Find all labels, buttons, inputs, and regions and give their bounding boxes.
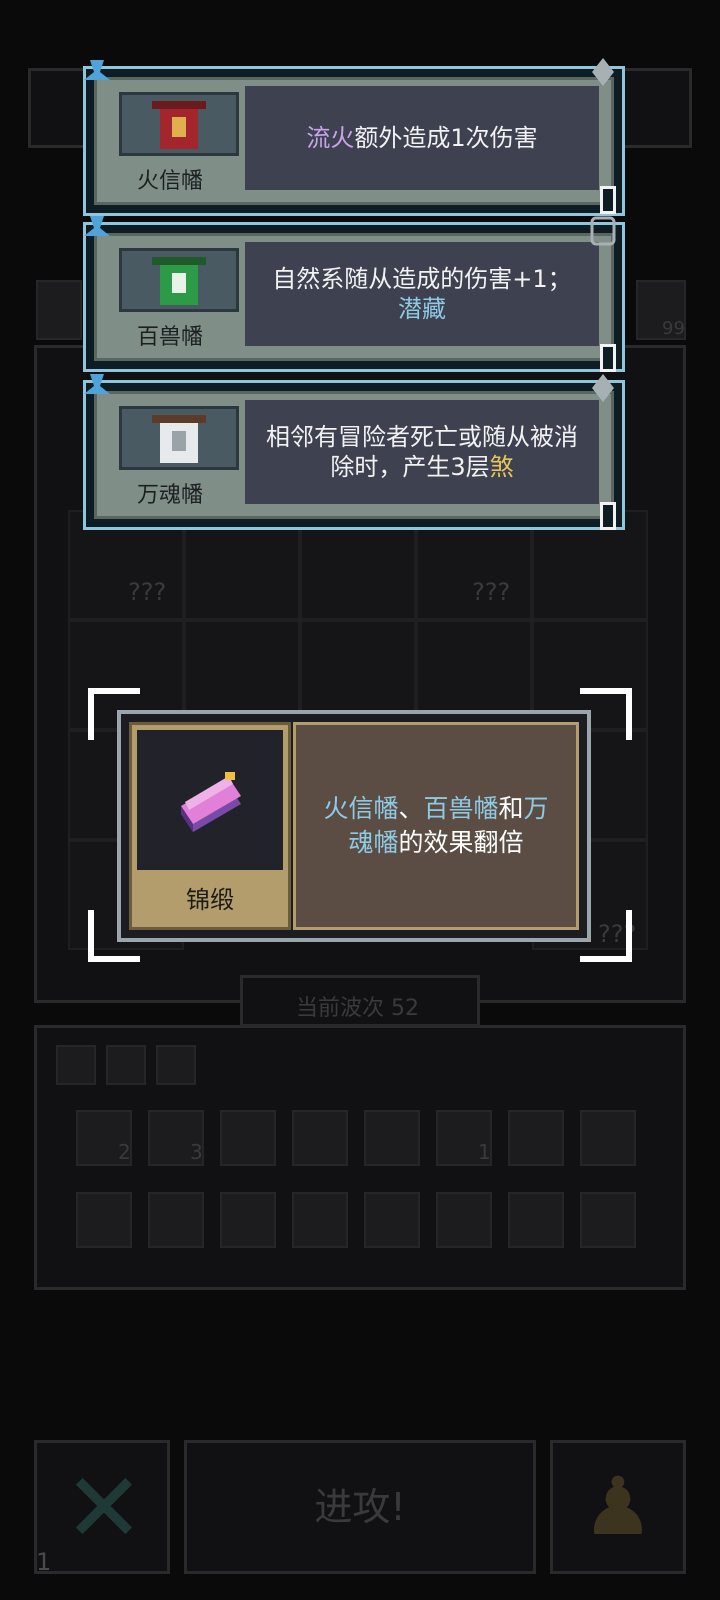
banner-card-2[interactable]: 百兽幡 自然系随从造成的伤害+1；潜藏 [83,222,625,372]
banner-icon-frame [119,92,239,156]
cancel-button[interactable]: ✕ [34,1440,170,1574]
banner-icon-frame [119,248,239,312]
inventory-slot[interactable] [364,1110,420,1166]
inventory-slot[interactable] [364,1192,420,1248]
effect-text: 相邻有冒险者死亡或随从被消除时，产生3层 [266,423,578,481]
item-icon-frame [137,730,283,870]
desc-text: 、 [398,794,424,823]
banner-name: 万魂幡 [136,483,203,508]
green-banner-icon [152,257,206,305]
inventory-slot[interactable] [580,1192,636,1248]
tab-3[interactable] [156,1045,196,1085]
effect-keyword: 潜藏 [398,295,446,323]
tab-2[interactable] [106,1045,146,1085]
inventory-grid: 2 3 1 [76,1110,656,1270]
pin-icon [80,214,114,244]
corner-marker [600,344,616,372]
banner-ref: 百兽幡 [423,794,499,823]
pin-icon [80,372,114,402]
left-count: 1 [36,1548,52,1576]
brocade-scroll-icon [181,772,241,832]
inventory-slot[interactable] [508,1110,564,1166]
corner-marker [600,502,616,530]
left-side-button[interactable] [36,280,82,340]
attack-button[interactable]: 进攻! [184,1440,536,1574]
desc-text: 和 [498,794,524,823]
banner-description: 流火 额外造成1次伤害 [245,86,599,190]
unit-button[interactable]: ♟ [550,1440,686,1574]
sword-icon [586,374,620,404]
inventory-slot[interactable] [292,1192,348,1248]
sword-icon [586,58,620,88]
inventory-slot[interactable] [580,1110,636,1166]
count-badge: 99 [662,318,685,339]
attack-label: 进攻! [314,1485,406,1529]
banner-description: 自然系随从造成的伤害+1；潜藏 [245,242,599,346]
inventory-tabs [56,1045,206,1087]
inventory-slot[interactable] [508,1192,564,1248]
banner-ref: 火信幡 [323,794,399,823]
tab-1[interactable] [56,1045,96,1085]
unknown-value-2: ??? [472,578,511,606]
inventory-slot[interactable] [220,1192,276,1248]
effect-text: 额外造成1次伤害 [354,124,538,152]
red-banner-icon [152,101,206,149]
effect-text: 自然系随从造成的伤害+1； [272,265,572,293]
stack-count: 2 [118,1140,131,1164]
selected-item-card[interactable]: 锦缎 火信幡、百兽幡和万魂幡的效果翻倍 [117,710,591,942]
close-icon: ✕ [63,1452,145,1564]
inventory-slot[interactable] [76,1192,132,1248]
corner-marker [600,186,616,214]
shield-icon [588,216,622,246]
wave-label: 当前波次 52 [296,996,419,1021]
item-name: 锦缎 [186,886,234,914]
inventory-slot[interactable] [436,1192,492,1248]
inventory-slot[interactable] [220,1110,276,1166]
banner-icon-frame [119,406,239,470]
inventory-slot[interactable] [148,1192,204,1248]
pin-icon [80,58,114,88]
banner-name: 百兽幡 [136,325,203,350]
banner-description: 相邻有冒险者死亡或随从被消除时，产生3层煞 [245,400,599,504]
effect-keyword: 煞 [489,453,514,481]
unknown-value-1: ??? [128,578,167,606]
banner-card-3[interactable]: 万魂幡 相邻有冒险者死亡或随从被消除时，产生3层煞 [83,380,625,530]
white-banner-icon [152,415,206,463]
stack-count: 3 [190,1140,203,1164]
banner-name: 火信幡 [136,169,203,194]
banner-card-1[interactable]: 火信幡 流火 额外造成1次伤害 [83,66,625,216]
desc-text: 的效果翻倍 [398,828,524,857]
inventory-slot[interactable] [292,1110,348,1166]
item-description: 火信幡、百兽幡和万魂幡的效果翻倍 [293,722,579,930]
stack-count: 1 [478,1140,491,1164]
effect-keyword: 流火 [306,124,355,152]
pawn-icon: ♟ [582,1460,654,1553]
